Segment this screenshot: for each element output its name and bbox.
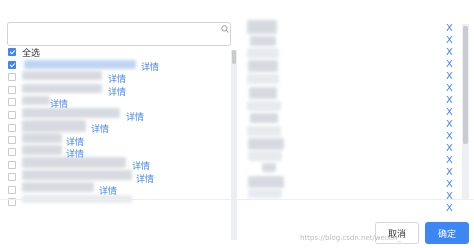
selected-item-redacted <box>249 87 277 99</box>
remove-icon[interactable]: X <box>446 180 453 190</box>
watermark-text: https://blog.csdn.net/weixin_ <box>300 234 401 242</box>
row-checkbox[interactable] <box>8 161 16 169</box>
ok-button[interactable]: 确定 <box>425 222 469 244</box>
row-name-redacted <box>22 120 86 132</box>
row-detail-link[interactable]: 详情 <box>108 72 126 85</box>
row-checkbox[interactable] <box>8 136 16 144</box>
remove-icon[interactable]: X <box>446 72 453 82</box>
select-all-checkbox[interactable] <box>8 48 16 56</box>
remove-icon[interactable]: X <box>446 144 453 154</box>
row-name-redacted <box>22 182 94 192</box>
remove-icon[interactable]: X <box>446 24 453 34</box>
remove-icon[interactable]: X <box>446 84 453 94</box>
remove-icon[interactable]: X <box>446 48 453 58</box>
selected-item-redacted <box>247 20 277 34</box>
remove-icon[interactable]: X <box>446 120 453 130</box>
row-checkbox[interactable] <box>8 124 16 132</box>
selected-item-redacted <box>250 113 278 123</box>
row-detail-link[interactable]: 详情 <box>141 60 159 73</box>
left-list-scrollbar[interactable] <box>231 50 237 240</box>
row-checkbox[interactable] <box>8 98 16 106</box>
row-detail-link[interactable]: 详情 <box>132 159 150 172</box>
row-checkbox[interactable] <box>8 111 16 119</box>
search-icon[interactable] <box>221 25 229 33</box>
row-name-redacted <box>22 157 126 168</box>
row-checkbox[interactable] <box>8 186 16 194</box>
row-checkbox[interactable] <box>8 148 16 156</box>
selected-item-redacted <box>248 60 278 72</box>
row-detail-link[interactable]: 详情 <box>108 85 126 98</box>
selected-item-redacted <box>248 151 282 161</box>
row-checkbox[interactable] <box>8 86 16 94</box>
row-detail-link[interactable]: 详情 <box>126 110 144 123</box>
row-name-redacted <box>22 145 62 155</box>
row-name-redacted <box>22 84 102 93</box>
remove-icon[interactable]: X <box>446 192 453 202</box>
row-checkbox[interactable] <box>8 173 16 181</box>
selected-item-redacted <box>248 138 284 150</box>
remove-icon[interactable]: X <box>446 96 453 106</box>
selected-item-redacted <box>247 101 281 111</box>
selected-item-redacted <box>250 36 276 46</box>
remove-icon[interactable]: X <box>446 168 453 178</box>
selected-item-redacted <box>247 126 281 136</box>
search-input[interactable] <box>7 22 231 46</box>
row-checkbox[interactable] <box>8 73 16 81</box>
selected-item-redacted <box>248 189 282 198</box>
remove-icon[interactable]: X <box>446 60 453 70</box>
remove-icon[interactable]: X <box>446 204 453 214</box>
remove-icon[interactable]: X <box>446 156 453 166</box>
select-all-label: 全选 <box>22 49 41 59</box>
row-name-redacted <box>24 60 136 69</box>
footer-divider <box>0 199 474 200</box>
remove-icon[interactable]: X <box>446 132 453 142</box>
selected-item-redacted <box>247 48 279 58</box>
row-name-redacted <box>22 108 120 118</box>
row-detail-link[interactable]: 详情 <box>136 172 154 185</box>
selected-item-redacted <box>247 74 279 84</box>
selected-item-redacted <box>262 163 276 172</box>
selected-list-scrollbar[interactable] <box>462 24 469 199</box>
row-name-redacted <box>22 96 50 105</box>
row-name-redacted <box>22 71 102 80</box>
row-checkbox[interactable] <box>8 61 16 69</box>
selected-item-redacted <box>248 176 284 188</box>
remove-icon[interactable]: X <box>446 36 453 46</box>
remove-icon[interactable]: X <box>446 108 453 118</box>
row-name-redacted <box>22 170 132 180</box>
row-name-redacted <box>22 133 62 143</box>
row-detail-link[interactable]: 详情 <box>91 122 109 135</box>
